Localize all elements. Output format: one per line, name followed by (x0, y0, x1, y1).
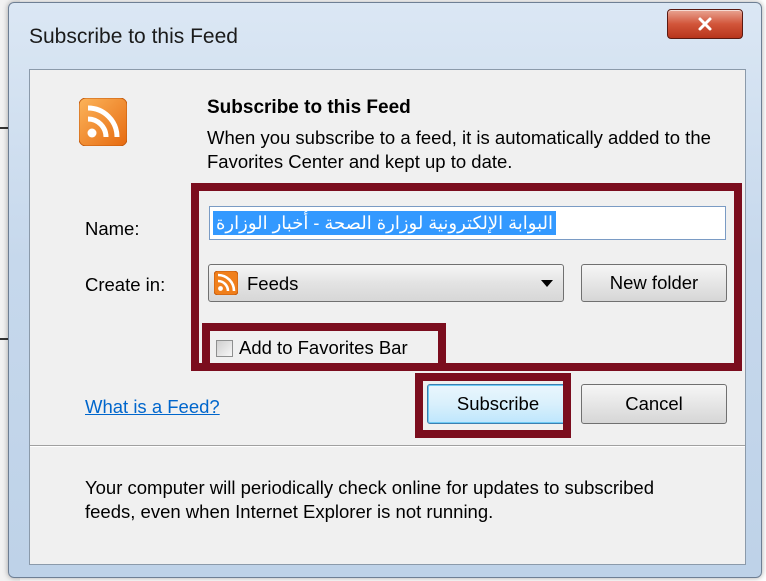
what-is-a-feed-link[interactable]: What is a Feed? (85, 396, 220, 418)
create-in-label: Create in: (85, 274, 166, 295)
dialog-title: Subscribe to this Feed (29, 25, 238, 48)
dialog-body: Subscribe to this Feed When you subscrib… (29, 69, 746, 565)
background-mark (0, 338, 8, 340)
content-heading: Subscribe to this Feed (207, 97, 411, 118)
close-icon (698, 17, 712, 31)
name-label: Name: (85, 218, 140, 239)
highlight-box-subscribe (415, 373, 571, 438)
rss-icon (79, 98, 127, 146)
close-button[interactable] (667, 9, 743, 39)
background-mark (0, 127, 8, 129)
divider (30, 445, 745, 447)
cancel-button[interactable]: Cancel (581, 384, 727, 424)
highlight-box-favorites (202, 323, 446, 371)
content-description: When you subscribe to a feed, it is auto… (207, 127, 711, 172)
subscribe-dialog: Subscribe to this Feed Subscribe to this… (8, 2, 762, 578)
footer-note: Your computer will periodically check on… (85, 477, 655, 522)
